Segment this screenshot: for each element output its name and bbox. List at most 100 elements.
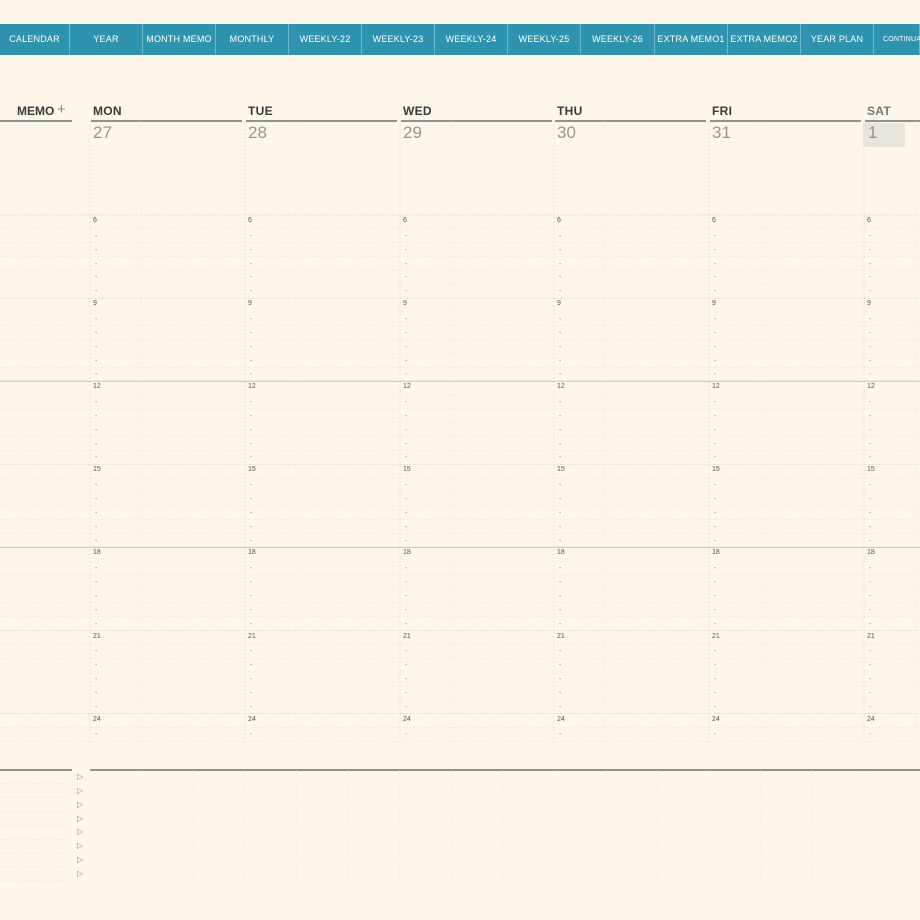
hour-label: 6: [403, 217, 407, 224]
hour-label: 21: [867, 632, 875, 640]
tab-month-memo[interactable]: MONTH MEMO: [143, 24, 216, 55]
time-slot-mark: -: [95, 399, 98, 407]
time-slot-mark: -: [250, 496, 253, 503]
hour-label: 6: [557, 217, 561, 224]
time-slot-mark: -: [559, 482, 562, 490]
memo-label[interactable]: MEMO: [17, 104, 54, 118]
tab-weekly-22[interactable]: WEEKLY-22: [289, 24, 362, 55]
time-slot-mark: -: [250, 565, 253, 573]
day-date-thu[interactable]: 30: [557, 123, 576, 143]
triangle-right-icon[interactable]: ▷: [77, 828, 83, 836]
time-slot-mark: -: [714, 676, 717, 684]
triangle-right-icon[interactable]: ▷: [77, 842, 83, 850]
time-slot-mark: -: [95, 579, 98, 587]
time-slot-mark: -: [250, 357, 253, 365]
time-slot-mark: -: [559, 315, 562, 323]
triangle-right-icon[interactable]: ▷: [77, 773, 83, 781]
time-slot-mark: -: [250, 482, 253, 490]
time-slot-mark: -: [559, 357, 562, 365]
tab-weekly-23[interactable]: WEEKLY-23: [362, 24, 435, 55]
time-slot-mark: -: [714, 592, 717, 600]
time-slot-mark: -: [869, 537, 872, 545]
time-slot-mark: -: [405, 343, 408, 351]
time-slot-mark: -: [250, 371, 253, 379]
time-slot-mark: -: [714, 288, 717, 296]
time-slot-mark: -: [869, 329, 872, 337]
hour-label: 6: [248, 217, 252, 224]
time-slot-mark: -: [95, 606, 98, 614]
time-slot-mark: -: [95, 246, 98, 254]
add-memo-icon[interactable]: +: [57, 101, 66, 118]
triangle-right-icon[interactable]: ▷: [77, 856, 83, 864]
hour-label: 24: [403, 715, 411, 723]
time-slot-mark: -: [250, 676, 253, 684]
hour-label: 9: [93, 300, 97, 308]
tab-monthly[interactable]: MONTHLY: [216, 24, 289, 55]
time-slot-mark: -: [250, 399, 253, 407]
hour-label: 15: [712, 466, 720, 474]
time-slot-mark: -: [714, 343, 717, 351]
time-slot-mark: -: [714, 731, 717, 739]
time-slot-mark: -: [869, 592, 872, 600]
hour-label: 24: [93, 715, 101, 723]
triangle-right-icon[interactable]: ▷: [77, 800, 83, 809]
time-slot-mark: -: [869, 565, 872, 573]
hour-label: 9: [557, 300, 561, 308]
time-slot-mark: -: [95, 689, 98, 697]
time-slot-mark: -: [714, 260, 717, 268]
time-slot-mark: -: [250, 343, 253, 351]
time-slot-mark: -: [869, 440, 872, 448]
time-slot-mark: -: [559, 509, 562, 517]
time-slot-mark: -: [714, 440, 717, 448]
time-slot-mark: -: [250, 509, 253, 517]
day-date-sat[interactable]: 1: [863, 123, 905, 147]
time-slot-mark: -: [559, 260, 562, 268]
time-slot-mark: -: [869, 662, 872, 670]
triangle-right-icon[interactable]: ▷: [77, 814, 83, 823]
time-slot-mark: -: [559, 523, 562, 531]
time-slot-mark: -: [405, 592, 408, 600]
hour-label: 18: [867, 549, 875, 557]
day-date-mon[interactable]: 27: [93, 123, 112, 143]
time-slot-mark: -: [250, 606, 253, 614]
tab-extra-memo1[interactable]: EXTRA MEMO1: [655, 24, 728, 55]
hour-label: 12: [93, 383, 101, 391]
time-slot-mark: -: [869, 689, 872, 697]
time-slot-mark: -: [95, 260, 98, 268]
tab-calendar[interactable]: CALENDAR: [0, 24, 70, 55]
time-slot-mark: -: [714, 274, 717, 282]
time-slot-mark: -: [714, 509, 717, 517]
tab-year-plan[interactable]: YEAR PLAN: [801, 24, 874, 55]
time-slot-mark: -: [714, 329, 717, 337]
hour-label: 15: [867, 466, 875, 474]
time-slot-mark: -: [869, 496, 872, 503]
tab-continua[interactable]: CONTINUA: [874, 24, 920, 55]
day-date-tue[interactable]: 28: [248, 123, 267, 143]
hour-label: 12: [248, 383, 256, 391]
tab-year[interactable]: YEAR: [70, 24, 143, 55]
tab-weekly-26[interactable]: WEEKLY-26: [581, 24, 655, 55]
time-slot-mark: -: [95, 523, 98, 531]
time-slot-mark: -: [250, 274, 253, 282]
time-slot-mark: -: [250, 579, 253, 587]
hour-label: 21: [403, 632, 411, 640]
time-slot-mark: -: [869, 260, 872, 268]
time-slot-mark: -: [714, 371, 717, 379]
tab-weekly-24[interactable]: WEEKLY-24: [435, 24, 508, 55]
time-slot-mark: -: [95, 274, 98, 282]
tab-weekly-25[interactable]: WEEKLY-25: [508, 24, 581, 55]
time-slot-mark: -: [95, 565, 98, 573]
time-slot-mark: -: [405, 315, 408, 323]
day-date-fri[interactable]: 31: [712, 123, 731, 143]
hour-label: 15: [248, 466, 256, 474]
time-slot-mark: -: [95, 454, 98, 462]
time-slot-mark: -: [869, 399, 872, 407]
time-slot-mark: -: [95, 482, 98, 490]
tab-extra-memo2[interactable]: EXTRA MEMO2: [728, 24, 801, 55]
triangle-right-icon[interactable]: ▷: [77, 869, 83, 878]
day-date-wed[interactable]: 29: [403, 123, 422, 143]
time-slot-mark: -: [95, 662, 98, 670]
time-slot-mark: -: [405, 537, 408, 545]
triangle-right-icon[interactable]: ▷: [77, 786, 83, 795]
time-slot-mark: -: [559, 329, 562, 337]
